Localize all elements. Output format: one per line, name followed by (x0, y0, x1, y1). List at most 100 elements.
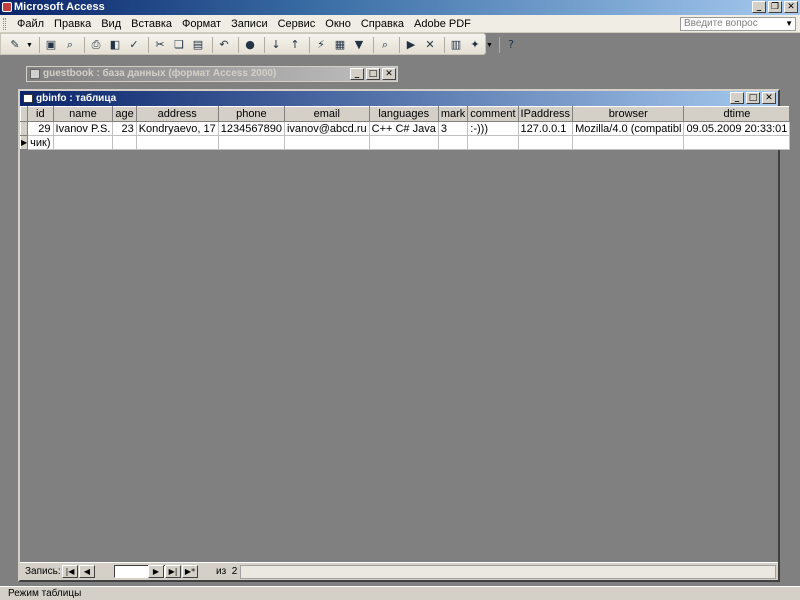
cell-address[interactable]: Kondryaevo, 17 (136, 121, 219, 136)
menu-tools[interactable]: Сервис (273, 18, 321, 31)
app-minimize-button[interactable]: _ (752, 1, 766, 13)
help-icon[interactable]: ? (503, 37, 519, 53)
table-window-title-bar[interactable]: gbinfo : таблица _ □ ✕ (20, 91, 778, 106)
filter-form-icon[interactable]: ▦ (332, 37, 348, 53)
db-close-button[interactable]: ✕ (382, 68, 396, 80)
cell-id[interactable]: 29 (27, 121, 54, 136)
database-window-icon (30, 69, 40, 79)
delete-record-icon[interactable]: ✕ (422, 37, 438, 53)
apply-filter-icon[interactable]: ▼ (351, 37, 367, 53)
cell-id[interactable]: чик) (27, 135, 54, 150)
cell-comment[interactable] (467, 135, 519, 150)
menu-view[interactable]: Вид (96, 18, 126, 31)
cell-dtime[interactable] (683, 135, 791, 150)
new-object-dropdown-icon[interactable]: ▼ (486, 42, 493, 49)
cell-comment[interactable]: :-))) (467, 121, 519, 136)
table-minimize-button[interactable]: _ (730, 92, 744, 104)
cell-address[interactable] (136, 135, 219, 150)
prev-record-button[interactable]: ◀ (79, 565, 95, 578)
cell-mark[interactable]: 3 (438, 121, 469, 136)
cell-email[interactable]: ivanov@abcd.ru (284, 121, 370, 136)
current-record-pointer-icon[interactable]: ▶ (19, 135, 29, 150)
hyperlink-icon[interactable]: ● (242, 37, 258, 53)
menu-window[interactable]: Окно (320, 18, 356, 31)
database-window[interactable]: guestbook : база данных (формат Access 2… (26, 66, 398, 82)
cell-languages[interactable]: C++ C# Java (369, 121, 439, 136)
copy-icon[interactable]: ❏ (171, 37, 187, 53)
column-header-age[interactable]: age (112, 106, 137, 122)
find-icon[interactable]: ⌕ (377, 37, 393, 53)
view-dropdown-icon[interactable]: ▼ (26, 42, 33, 49)
filter-selection-icon[interactable]: ⚡ (313, 37, 329, 53)
cell-age[interactable] (112, 135, 137, 150)
table-maximize-button[interactable]: □ (746, 92, 760, 104)
cut-icon[interactable]: ✂ (152, 37, 168, 53)
new-record-nav-button[interactable]: ▶* (182, 565, 198, 578)
menu-edit[interactable]: Правка (49, 18, 96, 31)
new-record-icon[interactable]: ▶ (403, 37, 419, 53)
menu-adobe-pdf[interactable]: Adobe PDF (409, 18, 476, 31)
column-header-ipaddress[interactable]: IPaddress (517, 106, 574, 122)
cell-dtime[interactable]: 09.05.2009 20:33:01 (683, 121, 791, 136)
column-header-dtime[interactable]: dtime (683, 106, 791, 122)
column-header-address[interactable]: address (135, 106, 219, 122)
record-selector[interactable] (19, 121, 29, 136)
cell-languages[interactable] (369, 135, 439, 150)
menu-file[interactable]: Файл (12, 18, 49, 31)
spelling-icon[interactable]: ✓ (126, 37, 142, 53)
menu-help[interactable]: Справка (356, 18, 409, 31)
access-app-icon[interactable] (2, 2, 12, 12)
cell-name[interactable] (53, 135, 114, 150)
column-header-browser[interactable]: browser (572, 106, 685, 122)
new-object-icon[interactable]: ✦ (467, 37, 483, 53)
datasheet-grid: id name age address phone email language… (19, 106, 791, 150)
menu-records[interactable]: Записи (226, 18, 273, 31)
column-header-name[interactable]: name (52, 106, 114, 122)
view-icon[interactable]: ✎ (7, 37, 23, 53)
column-header-email[interactable]: email (283, 106, 370, 122)
print-preview-icon[interactable]: ◧ (107, 37, 123, 53)
table-close-button[interactable]: ✕ (762, 92, 776, 104)
column-header-phone[interactable]: phone (217, 106, 285, 122)
ask-dropdown-icon[interactable]: ▼ (785, 18, 793, 30)
toolbar-separator (399, 37, 400, 53)
ask-question-input[interactable]: Введите вопрос ▼ (680, 17, 796, 31)
next-record-button[interactable]: ▶ (148, 565, 164, 578)
undo-icon[interactable]: ↶ (216, 37, 232, 53)
database-window-icon[interactable]: ▥ (448, 37, 464, 53)
select-all-corner[interactable] (19, 106, 29, 122)
record-total: 2 (231, 566, 238, 577)
horizontal-scrollbar[interactable] (240, 565, 776, 579)
menu-format[interactable]: Формат (177, 18, 226, 31)
toolbar-separator (499, 37, 500, 53)
column-header-comment[interactable]: comment (467, 106, 519, 122)
toolbar-separator (264, 37, 265, 53)
cell-ipaddress[interactable] (518, 135, 574, 150)
column-header-languages[interactable]: languages (368, 106, 439, 122)
search-icon[interactable]: ⌕ (62, 37, 78, 53)
cell-mark[interactable] (438, 135, 469, 150)
cell-browser[interactable] (572, 135, 685, 150)
save-icon[interactable]: ▣ (43, 37, 59, 53)
cell-email[interactable] (284, 135, 370, 150)
cell-ipaddress[interactable]: 127.0.0.1 (518, 121, 574, 136)
column-header-mark[interactable]: mark (437, 106, 469, 122)
paste-icon[interactable]: ▤ (190, 37, 206, 53)
last-record-button[interactable]: ▶| (165, 565, 181, 578)
cell-phone[interactable] (218, 135, 285, 150)
db-maximize-button[interactable]: □ (366, 68, 380, 80)
app-close-button[interactable]: ✕ (784, 1, 798, 13)
column-header-id[interactable]: id (27, 106, 54, 122)
first-record-button[interactable]: |◀ (62, 565, 78, 578)
print-icon[interactable]: ⎙ (88, 37, 104, 53)
cell-age[interactable]: 23 (112, 121, 137, 136)
db-minimize-button[interactable]: _ (350, 68, 364, 80)
menu-grip[interactable] (3, 18, 6, 30)
cell-phone[interactable]: 1234567890 (218, 121, 285, 136)
cell-browser[interactable]: Mozilla/4.0 (compatibl (572, 121, 685, 136)
menu-insert[interactable]: Вставка (126, 18, 177, 31)
sort-desc-icon[interactable]: ↑ (287, 37, 303, 53)
app-restore-button[interactable]: ❐ (768, 1, 782, 13)
cell-name[interactable]: Ivanov P.S. (53, 121, 114, 136)
sort-asc-icon[interactable]: ↓ (268, 37, 284, 53)
